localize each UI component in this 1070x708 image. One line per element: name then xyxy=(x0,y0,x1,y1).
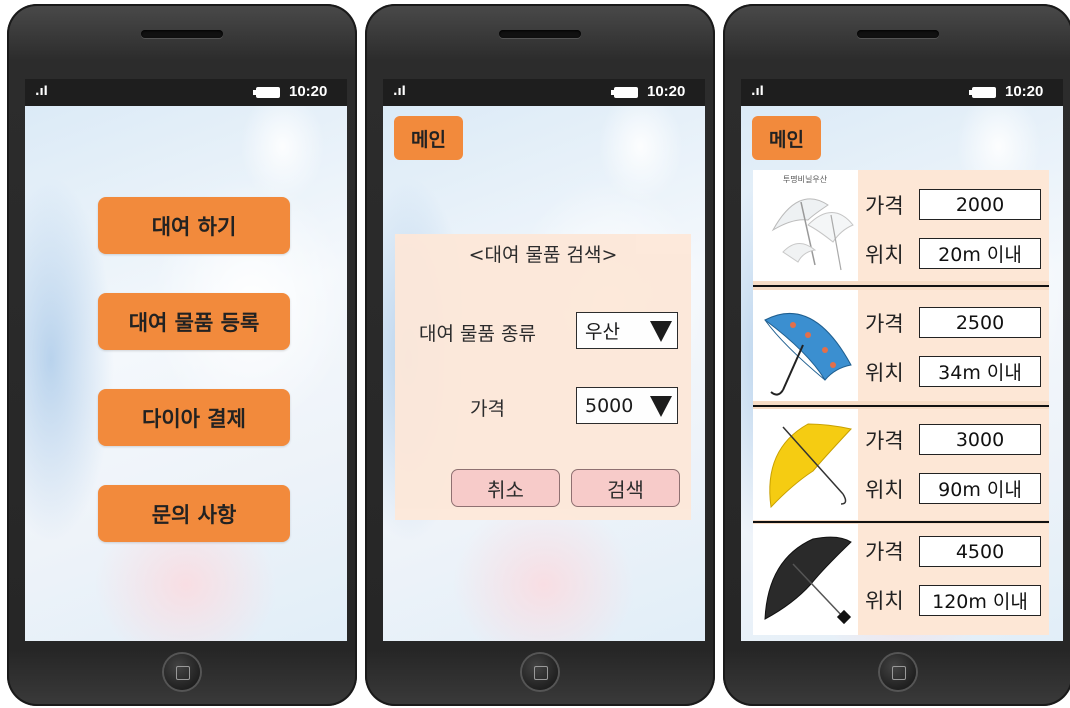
signal-icon: .ıl xyxy=(35,84,48,98)
location-label: 위치 xyxy=(865,589,904,613)
background-art xyxy=(25,79,347,641)
dropdown-arrow-icon xyxy=(650,396,672,417)
price-label: 가격 xyxy=(865,312,904,336)
rent-button[interactable]: 대여 하기 xyxy=(98,197,290,254)
price-select[interactable]: 5000 xyxy=(576,387,678,424)
status-bar: .ıl 10:20 xyxy=(25,79,347,106)
location-field: 20m 이내 xyxy=(919,238,1041,269)
yellow-umbrella-icon xyxy=(753,409,858,520)
price-field: 2500 xyxy=(919,307,1041,338)
signal-icon: .ıl xyxy=(393,84,406,98)
screen-home: .ıl 10:20 대여 하기 대여 물품 등록 다이아 결제 문의 사항 xyxy=(25,79,347,641)
divider xyxy=(753,405,1049,407)
location-field: 34m 이내 xyxy=(919,356,1041,387)
divider xyxy=(753,285,1049,287)
price-label: 가격 xyxy=(865,194,904,218)
item-type-label: 대여 물품 종류 xyxy=(419,323,536,345)
home-button[interactable] xyxy=(880,654,916,690)
cancel-button[interactable]: 취소 xyxy=(451,469,560,507)
dropdown-arrow-icon xyxy=(650,321,672,342)
battery-icon xyxy=(969,87,996,98)
item-type-value: 우산 xyxy=(585,321,620,343)
main-button[interactable]: 메인 xyxy=(394,116,463,160)
price-value: 5000 xyxy=(585,394,634,417)
home-button[interactable] xyxy=(522,654,558,690)
status-bar: .ıl 10:20 xyxy=(741,79,1063,106)
inquiry-button[interactable]: 문의 사항 xyxy=(98,485,290,542)
phone-search: .ıl 10:20 메인 <대여 물품 검색> 대여 물품 종류 우산 가격 5… xyxy=(365,4,715,706)
location-label: 위치 xyxy=(865,243,904,267)
search-panel: <대여 물품 검색> 대여 물품 종류 우산 가격 5000 취소 검색 xyxy=(395,234,691,520)
clock: 10:20 xyxy=(647,83,686,100)
home-button[interactable] xyxy=(164,654,200,690)
list-item[interactable]: 가격 2500 위치 34m 이내 xyxy=(753,290,1049,401)
list-item[interactable]: 가격 3000 위치 90m 이내 xyxy=(753,409,1049,520)
phone-results: .ıl 10:20 메인 투명비닐우산 가격 2000 위치 20m 이내 가격… xyxy=(723,4,1070,706)
black-umbrella-icon xyxy=(753,524,858,635)
blue-umbrella-icon xyxy=(753,290,858,401)
divider xyxy=(753,521,1049,523)
main-button[interactable]: 메인 xyxy=(752,116,821,160)
price-field: 3000 xyxy=(919,424,1041,455)
search-button[interactable]: 검색 xyxy=(571,469,680,507)
list-item[interactable]: 투명비닐우산 가격 2000 위치 20m 이내 xyxy=(753,170,1049,281)
clear-umbrella-icon: 투명비닐우산 xyxy=(753,170,858,281)
location-label: 위치 xyxy=(865,361,904,385)
price-field: 4500 xyxy=(919,536,1041,567)
item-type-select[interactable]: 우산 xyxy=(576,312,678,349)
price-label: 가격 xyxy=(865,540,904,564)
speaker xyxy=(499,30,581,38)
price-label: 가격 xyxy=(470,398,505,420)
status-bar: .ıl 10:20 xyxy=(383,79,705,106)
price-label: 가격 xyxy=(865,429,904,453)
phone-home: .ıl 10:20 대여 하기 대여 물품 등록 다이아 결제 문의 사항 xyxy=(7,4,357,706)
list-item[interactable]: 가격 4500 위치 120m 이내 xyxy=(753,524,1049,635)
register-item-button[interactable]: 대여 물품 등록 xyxy=(98,293,290,350)
clock: 10:20 xyxy=(289,83,328,100)
search-title: <대여 물품 검색> xyxy=(468,244,618,266)
battery-icon xyxy=(253,87,280,98)
clock: 10:20 xyxy=(1005,83,1044,100)
screen-search: .ıl 10:20 메인 <대여 물품 검색> 대여 물품 종류 우산 가격 5… xyxy=(383,79,705,641)
result-list: 투명비닐우산 가격 2000 위치 20m 이내 가격 2500 위치 34m … xyxy=(753,170,1049,635)
location-field: 120m 이내 xyxy=(919,585,1041,616)
speaker xyxy=(141,30,223,38)
location-field: 90m 이내 xyxy=(919,473,1041,504)
price-field: 2000 xyxy=(919,189,1041,220)
screen-results: .ıl 10:20 메인 투명비닐우산 가격 2000 위치 20m 이내 가격… xyxy=(741,79,1063,641)
diamond-payment-button[interactable]: 다이아 결제 xyxy=(98,389,290,446)
signal-icon: .ıl xyxy=(751,84,764,98)
location-label: 위치 xyxy=(865,478,904,502)
speaker xyxy=(857,30,939,38)
battery-icon xyxy=(611,87,638,98)
image-caption: 투명비닐우산 xyxy=(783,174,828,184)
